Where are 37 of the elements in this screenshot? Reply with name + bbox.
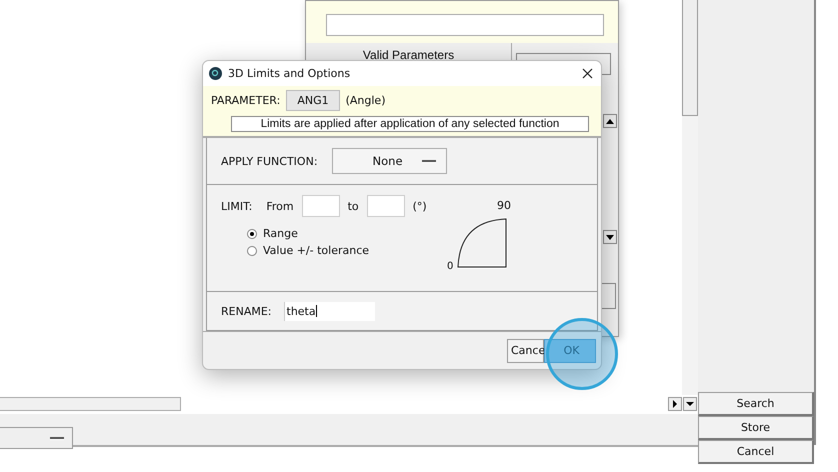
radio-option[interactable]: Range [247,227,583,240]
right-arrow-icon [672,400,678,408]
input-field[interactable] [326,14,604,36]
apply-function-label: APPLY FUNCTION: [221,154,318,168]
scrollbar[interactable] [0,397,181,411]
axis-label: 90 [497,199,511,212]
from-label: From [266,200,294,212]
dialog-button[interactable]: Cance [507,338,544,362]
side-button[interactable]: Cancel [698,440,814,464]
parameter-label: PARAMETER: [211,94,280,106]
to-label: to [348,200,359,212]
side-button[interactable]: Store [698,416,814,440]
function-dropdown[interactable]: None [332,148,447,174]
note-text: Limits are applied after application of any selected function [231,116,589,132]
right-arrow-button[interactable] [668,397,682,411]
side-button[interactable]: Search [698,392,814,416]
dropdown[interactable] [0,427,73,449]
parameter-button[interactable]: ANG1 [286,90,340,110]
radio-option[interactable]: Value +/- tolerance [247,244,583,257]
rename-label: RENAME: [221,304,272,318]
scrollbar[interactable] [682,0,698,395]
scroll-down-button[interactable] [603,230,617,244]
close-icon[interactable] [582,68,593,79]
limit-label: LIMIT: [221,200,252,212]
down-arrow-icon [606,234,614,240]
rename-field[interactable]: theta [284,302,374,320]
down-arrow-button[interactable] [683,397,697,411]
scroll-up-button[interactable] [603,114,617,128]
to-field[interactable] [366,195,405,217]
parameter-type: (Angle) [346,94,386,106]
up-arrow-icon [606,118,614,124]
unit-label: (°) [412,200,427,212]
from-field[interactable] [302,195,340,217]
down-arrow-icon [686,401,694,407]
app-icon [209,67,222,80]
angle-arc-drawing [457,218,507,268]
axis-label: 0 [447,261,454,272]
